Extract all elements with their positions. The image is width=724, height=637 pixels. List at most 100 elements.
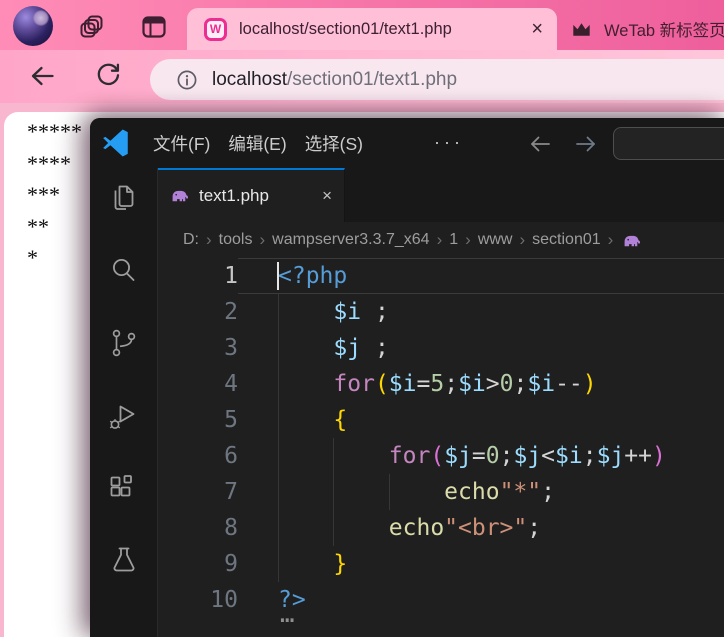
crumb-separator: › <box>607 230 614 249</box>
back-icon[interactable] <box>26 60 58 92</box>
address-bar[interactable]: localhost/section01/text1.php <box>150 59 724 100</box>
line-number: 5 <box>224 407 238 433</box>
profile-avatar[interactable] <box>13 6 53 46</box>
indent-guide <box>278 294 279 330</box>
run-debug-icon[interactable] <box>107 401 141 435</box>
browser-tab-wetab[interactable]: WeTab 新标签页 <box>557 8 724 50</box>
line-number: 7 <box>224 479 238 505</box>
source-control-icon[interactable] <box>107 326 141 360</box>
browser-tab-title: WeTab 新标签页 <box>604 22 724 40</box>
indent-guide <box>333 474 335 510</box>
code-token: ; <box>499 443 514 469</box>
code-line-9[interactable]: 9 } <box>158 546 724 582</box>
command-center-search[interactable] <box>613 127 724 160</box>
code-token: ) <box>652 443 666 469</box>
code-token: -- <box>555 371 583 397</box>
code-token: 5 <box>430 371 445 397</box>
code-token: $j <box>333 335 362 361</box>
reload-icon[interactable] <box>92 60 122 90</box>
more-menu[interactable]: ··· <box>434 118 464 166</box>
code-token: $j <box>596 443 625 469</box>
code-line-6[interactable]: 6 for($j=0;$j<$i;$j++) <box>158 438 724 474</box>
extensions-icon[interactable] <box>107 473 141 507</box>
code-line-2[interactable]: 2 $i ; <box>158 294 724 330</box>
browser-tab-active[interactable]: W localhost/section01/text1.php × <box>187 8 557 50</box>
code-line-4[interactable]: 4 for($i=5;$i>0;$i--) <box>158 366 724 402</box>
indent-guide <box>278 510 279 546</box>
code-token: 0 <box>485 443 500 469</box>
nav-back-icon[interactable] <box>527 131 553 157</box>
editor-tabstrip: text1.php × <box>158 168 724 222</box>
code-line-7[interactable]: 7 echo"*"; <box>158 474 724 510</box>
code-token: $i <box>458 371 486 397</box>
code-token: for <box>333 371 375 397</box>
code-token: ; <box>361 335 389 361</box>
indent-guide <box>278 438 279 474</box>
editor-tab-text1-php[interactable]: text1.php × <box>158 168 345 222</box>
code-line-1[interactable]: 1 <?php <box>158 258 724 294</box>
code-token: < <box>541 443 556 469</box>
search-icon[interactable] <box>107 254 141 288</box>
url-host: localhost <box>212 68 287 90</box>
line-number: 9 <box>224 551 238 577</box>
code-text: } <box>238 546 724 582</box>
line-number: 4 <box>224 371 238 397</box>
activity-bar <box>90 168 158 637</box>
line-number: 10 <box>210 587 238 613</box>
code-editor[interactable]: 1 <?php 2 $i ; 3 $j ; 4 for($i=5;$i>0;$i--) 5… <box>158 258 724 637</box>
code-token: ; <box>444 371 459 397</box>
breadcrumb-item[interactable]: section01 <box>532 231 601 249</box>
tab-close-icon[interactable]: × <box>531 19 543 39</box>
code-line-5[interactable]: 5 { <box>158 402 724 438</box>
breadcrumb[interactable]: D: › tools › wampserver3.3.7_x64 › 1 › www › secti… <box>158 222 724 258</box>
site-info-icon[interactable] <box>176 69 198 91</box>
line-number: 1 <box>224 263 238 289</box>
line-number: 3 <box>224 335 238 361</box>
breadcrumb-item[interactable]: wampserver3.3.7_x64 <box>272 231 429 249</box>
code-token: ( <box>374 371 389 397</box>
crumb-separator: › <box>259 230 266 249</box>
url-text[interactable]: localhost/section01/text1.php <box>212 69 457 91</box>
browser-tabbar: W localhost/section01/text1.php × WeTab … <box>0 0 724 50</box>
code-line-10[interactable]: 10 ?>… <box>158 582 724 628</box>
indent-guide <box>278 546 279 582</box>
vscode-logo-icon <box>102 129 130 157</box>
code-text: ?>… <box>238 582 724 628</box>
split-window-icon[interactable] <box>141 14 167 40</box>
menu-s[interactable]: 选择(S) <box>296 131 372 156</box>
crumb-separator: › <box>519 230 526 249</box>
editor-tab-close-icon[interactable]: × <box>322 186 332 206</box>
menu-f[interactable]: 文件(F) <box>144 131 219 156</box>
code-token: <?php <box>278 263 348 289</box>
tab-groups-icon[interactable] <box>79 14 105 40</box>
explorer-icon[interactable] <box>107 181 141 215</box>
code-token: ; <box>582 443 597 469</box>
code-text: <?php <box>238 258 724 294</box>
screen: W localhost/section01/text1.php × WeTab … <box>0 0 724 637</box>
hint-dots: … <box>280 600 295 628</box>
breadcrumb-item[interactable]: 1 <box>449 231 458 249</box>
testing-icon[interactable] <box>107 544 141 578</box>
breadcrumb-item[interactable]: tools <box>219 231 253 249</box>
vscode-titlebar[interactable]: 文件(F) 编辑(E) 选择(S) ··· <box>90 118 724 168</box>
code-token: $i <box>333 299 362 325</box>
code-token: echo <box>444 479 500 505</box>
nav-forward-icon[interactable] <box>573 131 599 157</box>
code-line-3[interactable]: 3 $j ; <box>158 330 724 366</box>
breadcrumb-item[interactable]: www <box>478 231 513 249</box>
line-number: 2 <box>224 299 238 325</box>
line-number: 8 <box>224 515 238 541</box>
code-text: { <box>238 402 724 438</box>
text-cursor <box>277 262 279 290</box>
breadcrumb-item[interactable]: D: <box>183 231 199 249</box>
indent-guide <box>333 438 335 474</box>
code-token: "<br>" <box>444 515 528 541</box>
menu-e[interactable]: 编辑(E) <box>219 131 295 156</box>
code-line-8[interactable]: 8 echo"<br>"; <box>158 510 724 546</box>
line-number: 6 <box>224 443 238 469</box>
code-text: $i ; <box>238 294 724 330</box>
